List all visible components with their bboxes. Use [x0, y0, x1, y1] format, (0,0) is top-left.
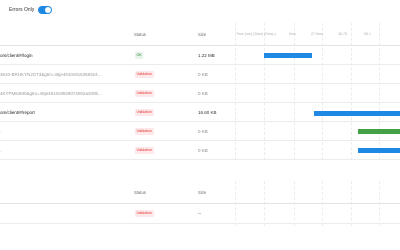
request-size: 0 KB	[198, 129, 208, 134]
table-row[interactable]: om/client/#/login OK 1.22 MB	[0, 46, 400, 65]
request-size: 1.22 MB	[198, 53, 215, 58]
timeline-tick: 36.75	[338, 32, 347, 36]
table-row[interactable]: om/client/#/report Validation 16.60 KB	[0, 103, 400, 122]
timing-bar	[264, 53, 312, 58]
errors-only-toggle[interactable]	[38, 6, 52, 14]
request-name: 4KYPM64M0&gtm=45je4610v8929074052a200b..…	[0, 91, 102, 96]
filter-toolbar: Errors Only	[0, 4, 400, 18]
status-column-header[interactable]: Status	[134, 190, 146, 195]
status-badge: Validation	[135, 71, 154, 78]
timing-bar	[358, 129, 400, 134]
request-name: om/client/#/login	[0, 53, 33, 58]
timeline-header[interactable]: Time (ms) (Start) (Resp.)	[236, 32, 276, 36]
status-badge: OK	[135, 52, 144, 59]
errors-only-label: Errors Only	[9, 7, 35, 13]
request-size: 0 KB	[198, 72, 208, 77]
timing-bar	[314, 111, 400, 116]
status-badge: Validation	[135, 147, 154, 154]
status-column-header[interactable]: Status	[134, 32, 146, 37]
table-row[interactable]: 3610-BRHKYNJGT3&gtm=45je4610v915358324..…	[0, 65, 400, 84]
status-badge: Validation	[135, 90, 154, 97]
size-column-header[interactable]: Size	[198, 32, 206, 37]
request-name: .	[0, 129, 2, 134]
request-size: 0 KB	[198, 148, 208, 153]
network-requests-table: Status Size Time (ms) (Start) (Resp.) 0m…	[0, 23, 400, 160]
request-size: 16.60 KB	[198, 110, 217, 115]
status-badge: Validation	[135, 210, 154, 217]
timeline-tick: 55.1	[364, 32, 371, 36]
timeline-tick: 0ms	[289, 32, 296, 36]
toggle-knob	[45, 7, 51, 13]
status-badge: Validation	[135, 128, 154, 135]
table-row[interactable]: 4KYPM64M0&gtm=45je4610v8929074052a200b..…	[0, 84, 400, 103]
network-requests-table-secondary: Status Size Validation --	[0, 181, 400, 226]
status-badge: Validation	[135, 109, 154, 116]
request-name: 3610-BRHKYNJGT3&gtm=45je4610v915358324..…	[0, 72, 102, 77]
table-row[interactable]: . Validation 0 KB	[0, 122, 400, 141]
table-header: Status Size	[0, 181, 400, 204]
size-column-header[interactable]: Size	[198, 190, 206, 195]
request-size: 0 KB	[198, 91, 208, 96]
table-header: Status Size Time (ms) (Start) (Resp.) 0m…	[0, 23, 400, 46]
request-name: om/client/#/report	[0, 110, 35, 115]
timing-bar	[358, 148, 400, 153]
request-name: .	[0, 148, 2, 153]
table-row[interactable]: Validation --	[0, 204, 400, 224]
timeline-tick: 27.5ms	[311, 32, 323, 36]
table-row[interactable]: . Validation 0 KB	[0, 141, 400, 160]
request-size: --	[198, 211, 201, 216]
